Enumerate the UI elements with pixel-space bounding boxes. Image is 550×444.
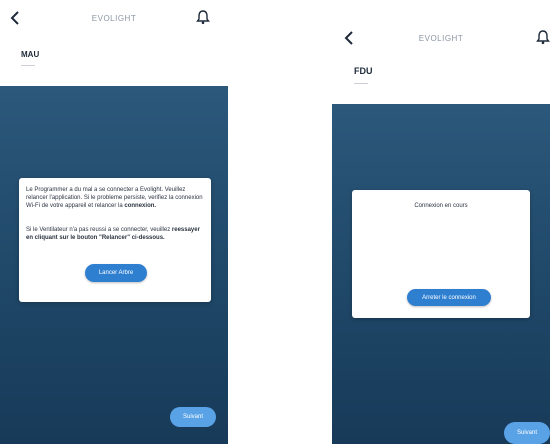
- device-panel: Le Programmer a du mal a se connecter a …: [0, 86, 228, 444]
- bell-icon[interactable]: [536, 29, 550, 45]
- lancer-arbre-button[interactable]: Lancer Arbre: [85, 264, 147, 282]
- device-subtitle: ——: [354, 80, 368, 87]
- device-name: MAU: [21, 50, 40, 59]
- device-panel: Connexion en cours Arreter le connexion …: [332, 104, 550, 444]
- top-bar: EVOLIGHT: [332, 20, 550, 58]
- device-subtitle: ——: [21, 62, 35, 69]
- screen-title: EVOLIGHT: [91, 14, 137, 23]
- connection-progress-dialog: Connexion en cours Arreter le connexion: [352, 190, 530, 318]
- left-screen: EVOLIGHT MAU —— Le Programmer a du mal a…: [0, 0, 228, 444]
- right-screen: EVOLIGHT FDU —— Connexion en cours Arret…: [332, 0, 550, 444]
- top-bar: EVOLIGHT: [0, 0, 228, 38]
- dialog-paragraph-1-text: Le Programmer a du mal a se connecter a …: [26, 187, 203, 209]
- bell-icon[interactable]: [196, 9, 210, 25]
- suivant-button[interactable]: Suivant: [170, 407, 216, 427]
- stop-connection-button[interactable]: Arreter le connexion: [407, 289, 491, 306]
- device-name: FDU: [354, 66, 373, 76]
- screen-title: EVOLIGHT: [418, 34, 464, 43]
- dialog-paragraph-1: Le Programmer a du mal a se connecter a …: [26, 186, 206, 210]
- dialog-paragraph-2-text: Si le Ventilateur n'a pas reussi a se co…: [26, 227, 171, 233]
- dialog-paragraph-1-emphasis: connexion.: [124, 203, 157, 209]
- suivant-button[interactable]: Suivant: [504, 422, 550, 444]
- connection-error-dialog: Le Programmer a du mal a se connecter a …: [19, 178, 211, 302]
- dialog-paragraph-2: Si le Ventilateur n'a pas reussi a se co…: [26, 226, 206, 242]
- dialog-heading: Connexion en cours: [414, 203, 468, 209]
